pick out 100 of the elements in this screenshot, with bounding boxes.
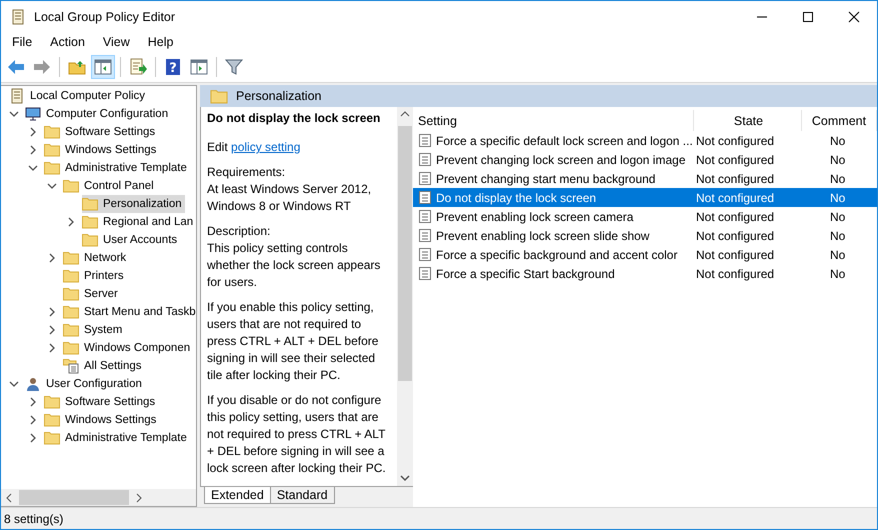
computer-icon: [25, 106, 41, 122]
policy-title: Do not display the lock screen: [207, 110, 382, 127]
folder-icon: [82, 215, 98, 229]
tree-item[interactable]: Computer Configuration: [1, 105, 196, 123]
state-cell-text: Not configured: [695, 246, 776, 264]
section-title: Personalization: [236, 89, 322, 103]
setting-row[interactable]: Prevent enabling lock screen camera Not configured No: [413, 207, 877, 226]
menu-item[interactable]: View: [94, 33, 139, 51]
menu-item[interactable]: File: [3, 33, 42, 51]
folder-icon: [63, 287, 79, 301]
policy-icon: [9, 88, 25, 104]
setting-name: Prevent enabling lock screen camera: [436, 210, 634, 224]
setting-name: Force a specific background and accent color: [436, 248, 678, 262]
tree-item[interactable]: System: [1, 321, 196, 339]
comment-cell-text: No: [829, 152, 846, 168]
comment-cell-text: No: [829, 190, 846, 206]
folder-icon: [82, 233, 98, 247]
column-header[interactable]: State: [694, 110, 802, 131]
tree-item[interactable]: Printers: [1, 267, 196, 285]
folder-icon: [44, 431, 60, 445]
folder-icon: [63, 341, 79, 355]
setting-icon: [418, 152, 432, 167]
menu-item[interactable]: Help: [138, 33, 182, 51]
tree-item[interactable]: Local Computer Policy: [1, 87, 196, 105]
description-paragraph: Description: This policy setting controls whether the lock screen appears for users.: [207, 223, 382, 291]
setting-name: Do not display the lock screen: [436, 190, 596, 204]
tree-item[interactable]: User Configuration: [1, 375, 196, 393]
folder-icon: [210, 88, 228, 104]
column-header[interactable]: Comment: [802, 110, 877, 131]
comment-cell-text: No: [829, 170, 846, 188]
folder-icon: [63, 323, 79, 337]
horizontal-scrollbar[interactable]: [1, 489, 196, 506]
status-text: 8 setting(s): [4, 512, 64, 526]
tree-toggle-button[interactable]: [91, 55, 115, 79]
setting-icon: [418, 266, 432, 281]
state-cell-text: Not configured: [695, 208, 776, 226]
menu-item[interactable]: Action: [41, 33, 94, 51]
settings-list-icon: [63, 358, 79, 374]
description-paragraph: If you disable or do not configure this policy setting, users that are not required to press CTRL + ALT + DEL before signing in will see a lock screen after locking their PC.: [207, 392, 387, 477]
setting-icon: [418, 247, 432, 262]
folder-icon: [63, 251, 79, 265]
comment-cell-text: No: [829, 266, 846, 282]
user-icon: [25, 376, 41, 392]
setting-icon: [418, 228, 432, 243]
tree-item[interactable]: Network: [1, 249, 196, 267]
edit-label: Edit: [207, 140, 228, 154]
folder-icon: [63, 305, 79, 319]
setting-row[interactable]: Force a specific default lock screen and logon ... Not configured No: [413, 131, 877, 150]
state-cell-text: Not configured: [695, 152, 776, 168]
state-cell-text: Not configured: [695, 132, 776, 150]
view-tab[interactable]: Standard: [270, 487, 335, 504]
folder-icon: [44, 395, 60, 409]
vertical-scrollbar[interactable]: [397, 107, 413, 486]
column-header[interactable]: Setting: [413, 110, 694, 131]
description-paragraph: Requirements: At least Windows Server 2012, Windows 8 or Windows RT: [207, 164, 372, 215]
setting-icon: [418, 171, 432, 186]
tree-item[interactable]: Server: [1, 285, 196, 303]
state-cell-text: Not configured: [695, 170, 776, 188]
setting-row[interactable]: Prevent enabling lock screen slide show Not configured No: [413, 226, 877, 245]
tree-item[interactable]: Windows Settings: [1, 141, 196, 159]
help-button[interactable]: ?: [161, 55, 185, 79]
setting-name: Prevent changing start menu background: [436, 172, 656, 186]
scroll-down-icon[interactable]: [400, 473, 410, 483]
tree-item[interactable]: User Accounts: [1, 231, 196, 249]
setting-icon: [418, 209, 432, 224]
folder-icon: [44, 161, 60, 175]
tree-item[interactable]: Start Menu and Taskb: [1, 303, 196, 321]
setting-row[interactable]: Prevent changing start menu background Not configured No: [413, 169, 877, 188]
tree-item[interactable]: Administrative Template: [1, 429, 196, 447]
setting-icon: [418, 190, 432, 205]
policy-setting-link[interactable]: policy setting: [231, 140, 300, 154]
maximize-icon: [802, 10, 814, 22]
setting-name: Force a specific Start background: [436, 266, 615, 280]
setting-row[interactable]: Do not display the lock screen Not configured No: [413, 188, 877, 207]
setting-row[interactable]: Prevent changing lock screen and logon image Not configured No: [413, 150, 877, 169]
setting-icon: [418, 133, 432, 148]
setting-name: Prevent changing lock screen and logon image: [436, 152, 686, 166]
state-cell-text: Not configured: [695, 266, 776, 282]
folder-icon: [63, 269, 79, 283]
comment-cell-text: No: [829, 228, 846, 244]
setting-row[interactable]: Force a specific background and accent color Not configured No: [413, 245, 877, 264]
tree-item[interactable]: Regional and Lan: [1, 213, 196, 231]
setting-row[interactable]: Force a specific Start background Not configured No: [413, 264, 877, 283]
comment-cell-text: No: [829, 246, 846, 264]
app-icon: [10, 8, 26, 24]
tree-item[interactable]: Windows Componen: [1, 339, 196, 357]
comment-cell-text: No: [829, 132, 846, 150]
tree-item[interactable]: Software Settings: [1, 123, 196, 141]
folder-icon: [63, 179, 79, 193]
comment-cell-text: No: [829, 208, 846, 226]
setting-name: Prevent enabling lock screen slide show: [436, 228, 650, 242]
view-tab[interactable]: Extended: [204, 487, 271, 504]
tree-item[interactable]: Windows Settings: [1, 411, 196, 429]
window-title: Local Group Policy Editor: [34, 10, 176, 24]
tree-item[interactable]: All Settings: [1, 357, 196, 375]
tree-item[interactable]: Control Panel: [1, 177, 196, 195]
tree-item[interactable]: Administrative Template: [1, 159, 196, 177]
folder-icon: [44, 413, 60, 427]
description-paragraph: If you enable this policy setting, users that are not required to press CTRL + ALT + DEL before signing in will see their selected tile after locking their PC.: [207, 299, 380, 384]
tree-item[interactable]: Software Settings: [1, 393, 196, 411]
